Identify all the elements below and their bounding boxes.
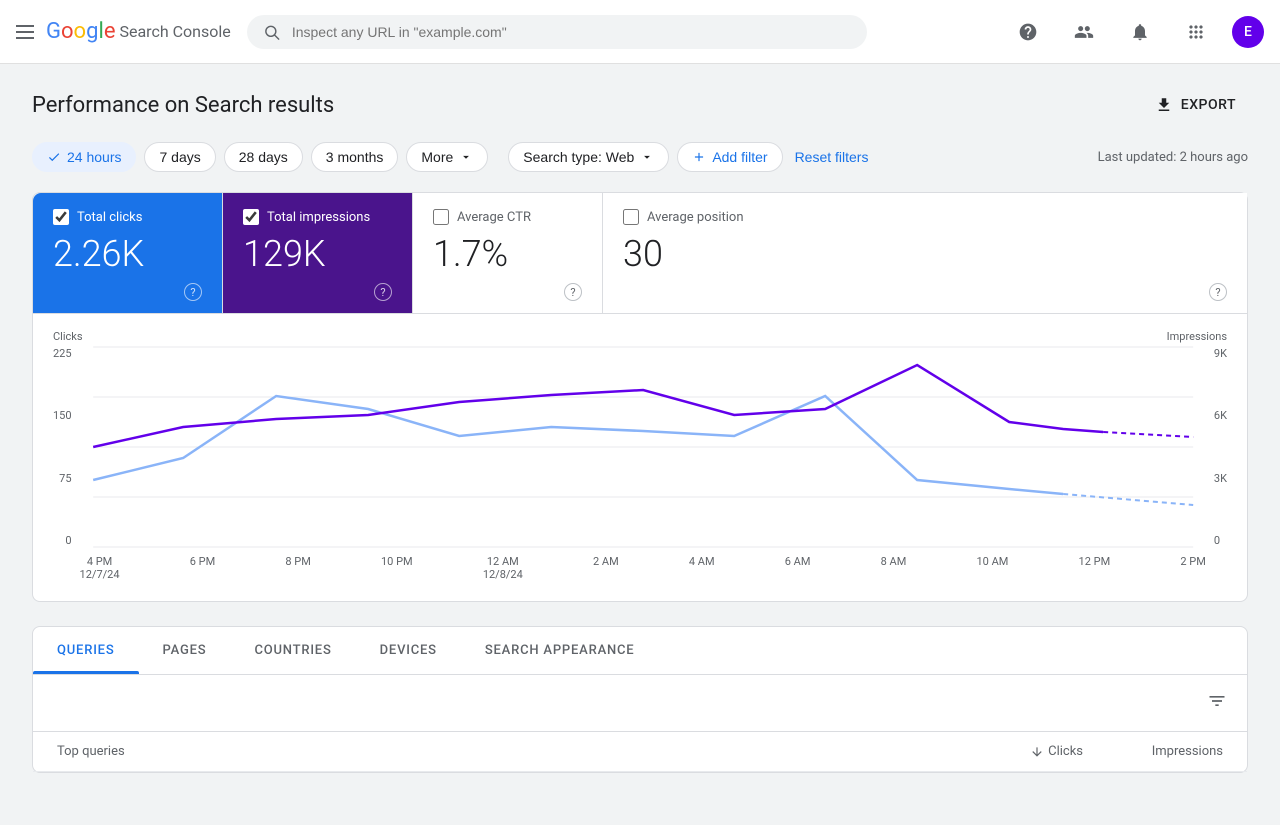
metric-average-ctr: Average CTR 1.7% ? — [413, 193, 603, 313]
total-clicks-checkbox[interactable] — [53, 209, 69, 225]
add-filter-button[interactable]: Add filter — [677, 142, 782, 172]
y-axis-left-label: Clicks — [53, 330, 83, 343]
check-icon — [47, 150, 61, 164]
x-axis-labels: 4 PM12/7/24 6 PM 8 PM 10 PM 12 AM12/8/24… — [80, 555, 1206, 581]
url-search-bar[interactable] — [247, 15, 867, 49]
total-clicks-help-icon[interactable]: ? — [184, 283, 202, 301]
table-filter-icon[interactable] — [1203, 687, 1231, 719]
metric-total-impressions: Total impressions 129K ? — [223, 193, 413, 313]
header: Google Search Console E — [0, 0, 1280, 64]
sort-icon — [1030, 745, 1044, 759]
app-title: Search Console — [119, 22, 230, 41]
url-search-input[interactable] — [292, 24, 851, 40]
export-button[interactable]: EXPORT — [1143, 88, 1248, 122]
filter-bar: 24 hours 7 days 28 days 3 months More Se… — [32, 142, 1248, 172]
help-icon[interactable] — [1008, 12, 1048, 52]
tab-countries[interactable]: COUNTRIES — [230, 627, 355, 674]
filter-7days[interactable]: 7 days — [144, 142, 215, 172]
y-axis-right: 9K 6K 3K 0 — [1206, 347, 1227, 547]
average-ctr-value: 1.7% — [433, 233, 582, 275]
chart-container: Clicks Impressions 225 150 75 0 — [32, 313, 1248, 602]
tabs-row: QUERIES PAGES COUNTRIES DEVICES SEARCH A… — [33, 627, 1247, 675]
app-logo: Google Search Console — [46, 19, 231, 44]
avatar[interactable]: E — [1232, 16, 1264, 48]
tabs-toolbar — [33, 675, 1247, 732]
header-actions: E — [1008, 12, 1264, 52]
average-position-value: 30 — [623, 233, 1227, 275]
reset-filters-button[interactable]: Reset filters — [795, 149, 869, 165]
metric-total-clicks: Total clicks 2.26K ? — [33, 193, 223, 313]
tab-search-appearance[interactable]: SEARCH APPEARANCE — [461, 627, 659, 674]
add-filter-icon — [692, 150, 706, 164]
chart-svg — [80, 347, 1206, 547]
average-position-checkbox[interactable] — [623, 209, 639, 225]
average-position-help-icon[interactable]: ? — [1209, 283, 1227, 301]
average-ctr-help-icon[interactable]: ? — [564, 283, 582, 301]
last-updated-text: Last updated: 2 hours ago — [1098, 150, 1248, 165]
y-axis-right-label: Impressions — [1167, 330, 1227, 343]
main-content: Performance on Search results EXPORT 24 … — [0, 64, 1280, 797]
col-header-query: Top queries — [57, 744, 943, 759]
table-header: Top queries Clicks Impressions — [33, 732, 1247, 772]
total-impressions-help-icon[interactable]: ? — [374, 283, 392, 301]
filter-3months[interactable]: 3 months — [311, 142, 399, 172]
admin-icon[interactable] — [1064, 12, 1104, 52]
metric-average-position: Average position 30 ? — [603, 193, 1247, 313]
tab-pages[interactable]: PAGES — [139, 627, 231, 674]
page-title-bar: Performance on Search results EXPORT — [32, 88, 1248, 122]
filter-28days[interactable]: 28 days — [224, 142, 303, 172]
col-header-impressions: Impressions — [1083, 744, 1223, 759]
chevron-down-icon — [459, 150, 473, 164]
average-ctr-checkbox[interactable] — [433, 209, 449, 225]
total-clicks-value: 2.26K — [53, 233, 202, 275]
filter-24hours[interactable]: 24 hours — [32, 142, 136, 172]
y-axis-left: 225 150 75 0 — [53, 347, 80, 547]
hamburger-menu-icon[interactable] — [16, 25, 34, 39]
filter-more[interactable]: More — [406, 142, 488, 172]
tab-devices[interactable]: DEVICES — [356, 627, 461, 674]
search-icon — [263, 23, 280, 41]
tab-queries[interactable]: QUERIES — [33, 627, 139, 674]
total-impressions-checkbox[interactable] — [243, 209, 259, 225]
tabs-container: QUERIES PAGES COUNTRIES DEVICES SEARCH A… — [32, 626, 1248, 773]
search-type-chevron-icon — [640, 150, 654, 164]
notifications-icon[interactable] — [1120, 12, 1160, 52]
search-type-filter[interactable]: Search type: Web — [508, 142, 669, 172]
apps-icon[interactable] — [1176, 12, 1216, 52]
metrics-row: Total clicks 2.26K ? Total impressions 1… — [32, 192, 1248, 313]
col-header-clicks: Clicks — [943, 744, 1083, 759]
page-title: Performance on Search results — [32, 93, 334, 118]
download-icon — [1155, 96, 1173, 114]
chart-area: 4 PM12/7/24 6 PM 8 PM 10 PM 12 AM12/8/24… — [80, 347, 1206, 581]
total-impressions-value: 129K — [243, 233, 392, 275]
